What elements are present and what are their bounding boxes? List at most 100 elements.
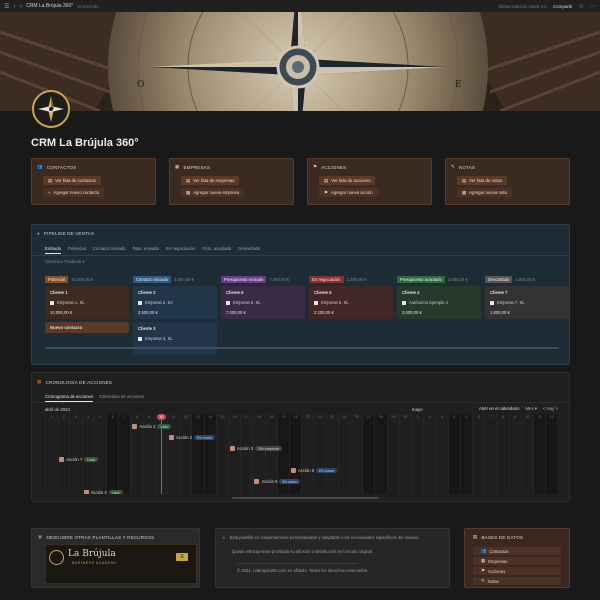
pipeline-scrollbar[interactable] bbox=[45, 347, 559, 349]
day-column: 26 bbox=[350, 414, 362, 494]
add-action-button[interactable]: ⚑ Agregar nueva acción bbox=[319, 188, 378, 197]
tab-calendario[interactable]: Calendario de acciones bbox=[99, 394, 144, 402]
svg-text:E: E bbox=[455, 80, 462, 90]
add-note-button[interactable]: ▦ Agregar nueva nota bbox=[457, 188, 512, 197]
db-link-notas[interactable]: ✎ Notas bbox=[473, 577, 561, 585]
column-header[interactable]: Presupuesto aceptado 3.000,00 € bbox=[397, 275, 481, 283]
day-column: 1 bbox=[45, 414, 57, 494]
day-column: 25 bbox=[337, 414, 350, 494]
column-header[interactable]: Descartado 1.800,00 € bbox=[485, 275, 569, 283]
day-column: 27 bbox=[362, 414, 375, 494]
contacts-icon: 👥 bbox=[481, 548, 487, 553]
group-filter[interactable]: Servicio ▸ Producto ▾ bbox=[45, 259, 556, 264]
forward-icon[interactable]: › bbox=[20, 3, 22, 10]
range-select[interactable]: Mes ▾ bbox=[525, 406, 536, 412]
column-name: Descartado bbox=[485, 275, 513, 283]
deal-card[interactable]: Cliente 3 Empresa 3, SL bbox=[133, 322, 217, 355]
add-note-label: Agregar nueva nota bbox=[469, 190, 507, 195]
column-header[interactable]: Potencial 10.000,00 € bbox=[45, 275, 129, 283]
brand-name: La Brújula bbox=[68, 549, 116, 559]
column-header[interactable]: Presupuesto enviado 7.000,00 € bbox=[221, 275, 305, 283]
deal-card[interactable]: Cliente 2 Empresa 2, SA 2.500,00 € bbox=[133, 286, 217, 319]
status-badge: En curso bbox=[279, 479, 301, 484]
deal-card[interactable]: Cliente 6 Empresa 6, SL 7.000,00 € bbox=[221, 286, 305, 319]
tab-potencial[interactable]: Potencial bbox=[68, 246, 86, 251]
contacts-card: 👥 CONTACTOS ▤ Ver lista de contactos + Agre… bbox=[31, 158, 156, 205]
database-icon: ▤ bbox=[473, 534, 478, 539]
tab-descartado[interactable]: Descartado bbox=[238, 246, 260, 251]
menu-icon[interactable]: ≡ bbox=[176, 553, 188, 561]
column-header[interactable]: En negociación 2.200,00 € bbox=[309, 275, 393, 283]
star-icon[interactable]: ☆ bbox=[579, 3, 584, 10]
pipeline-tabs: Embudo Potencial Contacto iniciado Ppto.… bbox=[32, 246, 569, 256]
deal-company: Autónomo Ejemplo 4 bbox=[402, 300, 476, 305]
company-name: Empresa 3, SL bbox=[145, 336, 173, 341]
deal-title: Cliente 5 bbox=[314, 290, 332, 295]
add-company-button[interactable]: ▦ Agregar nueva empresa bbox=[181, 188, 245, 197]
db-link-contactos[interactable]: 👥 Contactos bbox=[473, 547, 561, 555]
pipeline-column: Descartado 1.800,00 € Cliente 7 Empresa 7, … bbox=[485, 275, 569, 319]
view-actions-button[interactable]: ▤ Ver lista de acciones bbox=[319, 176, 376, 185]
column-amount: 1.800,00 € bbox=[515, 276, 536, 282]
building-icon: ▦ bbox=[175, 164, 180, 169]
view-companies-button[interactable]: ▤ Ver lista de empresas bbox=[181, 176, 240, 185]
day-column: 5 bbox=[93, 414, 106, 494]
column-header[interactable]: Contacto iniciado 4.500,00 € bbox=[133, 275, 217, 283]
day-column: 15 bbox=[215, 414, 228, 494]
deal-value: 7.000,00 € bbox=[226, 310, 246, 315]
day-column: 2 bbox=[423, 414, 435, 494]
timeline-event[interactable]: Acción 2 Listo bbox=[132, 423, 172, 430]
tab-ppto-enviado[interactable]: Ppto. enviado bbox=[133, 246, 159, 251]
breadcrumb-page[interactable]: CRM La Brújula 360° bbox=[26, 3, 73, 9]
view-notes-button[interactable]: ▤ Ver lista de notas bbox=[457, 176, 508, 185]
tab-embudo[interactable]: Embudo bbox=[45, 246, 62, 254]
timeline-event[interactable]: Acción 2 En curso bbox=[169, 434, 216, 441]
open-calendar-button[interactable]: Abrir en el calendario bbox=[479, 406, 520, 412]
column-amount: 7.000,00 € bbox=[269, 276, 290, 282]
view-contacts-button[interactable]: ▤ Ver lista de contactos bbox=[43, 176, 101, 185]
event-label: Acción 3 bbox=[237, 446, 254, 451]
status-badge: Sin empezar bbox=[255, 446, 283, 451]
academy-banner[interactable]: La Brújula BUSINESS ACADEMY ≡ bbox=[45, 544, 197, 584]
deal-card[interactable]: Cliente 1 Empresa 1, SL 10.000,00 € bbox=[45, 286, 129, 319]
timeline-event[interactable]: Acción 4 Listo bbox=[83, 489, 123, 494]
timeline-event[interactable]: Acción 5 En curso bbox=[254, 478, 301, 485]
timeline-scrollbar[interactable] bbox=[232, 497, 379, 499]
notes-card: ✎ NOTAS ▤ Ver lista de notas ▦ Agregar nuev… bbox=[445, 158, 570, 205]
day-column: 4 bbox=[81, 414, 94, 494]
tab-en-negociacion[interactable]: En negociación bbox=[166, 246, 195, 251]
last-edited: Última edición: Hace 4 h bbox=[498, 3, 547, 9]
db-link-label: Acciones bbox=[487, 568, 506, 574]
deal-card[interactable]: Cliente 5 Empresa 5, SL 2.200,00 € bbox=[309, 286, 393, 319]
db-link-empresas[interactable]: ▦ Empresas bbox=[473, 557, 561, 565]
column-name: En negociación bbox=[309, 275, 344, 283]
deal-card[interactable]: Cliente 7 Empresa 7, SL 1.800,00 € bbox=[485, 286, 569, 319]
company-name: Empresa 5, SL bbox=[321, 300, 349, 305]
event-label: Acción 7 bbox=[66, 457, 83, 462]
tab-contacto-iniciado[interactable]: Contacto iniciado bbox=[93, 246, 126, 251]
warning-icon: ⚠ bbox=[222, 535, 226, 540]
deal-card[interactable]: Cliente 4 Autónomo Ejemplo 4 3.000,00 € bbox=[397, 286, 481, 319]
more-icon[interactable]: ⋯ bbox=[590, 3, 596, 10]
sidebar-toggle-icon[interactable]: ☰ bbox=[4, 3, 9, 10]
pipeline-column: Potencial 10.000,00 € Cliente 1 Empresa 1, … bbox=[45, 275, 129, 333]
status-badge: En curso bbox=[316, 468, 338, 473]
tab-cronograma[interactable]: Cronograma de acciones bbox=[45, 394, 94, 402]
action-icon bbox=[169, 435, 174, 440]
add-contact-button[interactable]: + Agregar nuevo contacto bbox=[43, 188, 105, 197]
today-nav[interactable]: < Hoy > bbox=[543, 406, 558, 412]
timeline-event[interactable]: Acción 7 Listo bbox=[59, 456, 99, 463]
share-button[interactable]: Compartir bbox=[553, 4, 573, 9]
back-icon[interactable]: ‹ bbox=[13, 3, 15, 10]
contacts-icon: 👥 bbox=[37, 164, 43, 169]
timeline-grid[interactable]: 1234567891011121314151617181920212223242… bbox=[45, 414, 558, 494]
timeline-event[interactable]: Acción 3 Sin empezar bbox=[230, 445, 283, 452]
notes-card-title: NOTAS bbox=[458, 164, 476, 170]
new-contact-card[interactable]: Nuevo contacto bbox=[45, 322, 129, 333]
deal-company: Empresa 6, SL bbox=[226, 300, 300, 305]
copyright-text: © 2024, LaBrujula360.com es afiliado. To… bbox=[237, 568, 369, 573]
db-link-acciones[interactable]: ⚑ Acciones bbox=[473, 567, 561, 575]
tab-ppto-aceptado[interactable]: Ppto. aceptado bbox=[202, 246, 231, 251]
timeline-event[interactable]: Acción 6 En curso bbox=[291, 467, 338, 474]
column-amount: 4.500,00 € bbox=[174, 276, 194, 282]
